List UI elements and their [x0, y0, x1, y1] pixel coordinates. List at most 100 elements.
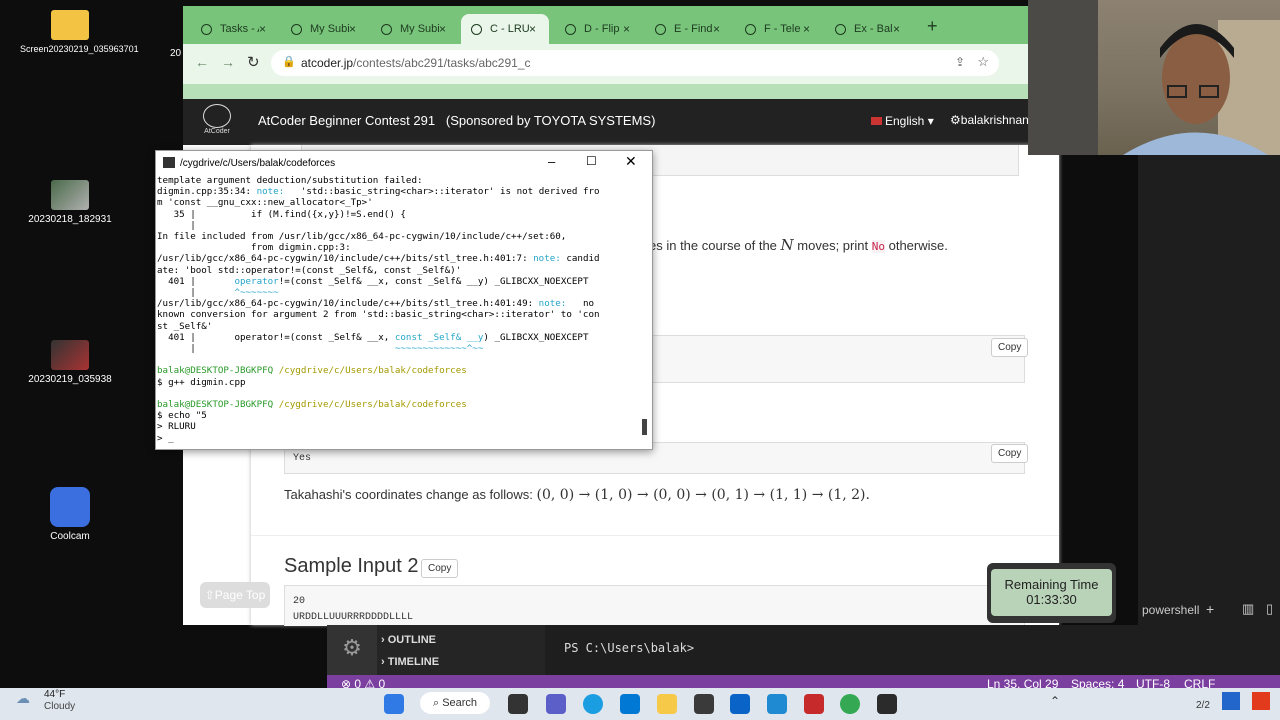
address-bar[interactable]: 🔒 atcoder.jp/contests/abc291/tasks/abc29…	[271, 50, 999, 76]
tab-my-submissions-2[interactable]: My Subi ×	[371, 14, 459, 44]
windows-taskbar: ☁ 44°F Cloudy ⌕ Search ⌃ 2/2	[0, 688, 1280, 720]
terminal-line: | ~~~~~~~~~~~~~^~~	[157, 343, 641, 354]
tab-c-lrud[interactable]: C - LRUD×	[461, 14, 549, 44]
terminal-line: 401 | operator!=(const _Self& __x, const…	[157, 332, 641, 343]
terminal-app-icon	[163, 157, 175, 168]
url-path: /contests/abc291/tasks/abc291_c	[353, 56, 531, 70]
terminal-text: ~~~~~~~~~~~~~^~~	[394, 343, 484, 355]
task-view-icon[interactable]	[508, 694, 528, 714]
outline-label: OUTLINE	[387, 634, 437, 646]
add-terminal-icon[interactable]: +	[1206, 601, 1214, 617]
bookmark-star-icon[interactable]: ☆	[977, 54, 989, 70]
close-icon[interactable]: ×	[349, 22, 363, 36]
clock-date[interactable]: 2/2	[1196, 700, 1210, 711]
app-icon[interactable]	[694, 694, 714, 714]
terminal-text: 401 |	[157, 275, 235, 287]
tab-d-flip[interactable]: D - Flip ×	[555, 14, 643, 44]
timeline-section[interactable]: › TIMELINE	[381, 656, 439, 668]
terminal-text: > RLURU	[157, 421, 196, 433]
stop-recording-icon[interactable]	[1252, 692, 1270, 710]
statement-text: es in the course of the N moves; print N…	[649, 236, 948, 254]
file-explorer-icon[interactable]	[657, 694, 677, 714]
sample-input-2-box: 20 URDDLLUUURRRDDDDLLLL	[284, 585, 1025, 626]
chevron-up-icon[interactable]: ⌃	[1050, 694, 1060, 708]
close-icon[interactable]: ×	[713, 22, 727, 36]
terminal-line: from digmin.cpp:3:	[157, 242, 641, 253]
close-icon[interactable]: ×	[623, 22, 637, 36]
edge-icon[interactable]	[583, 694, 603, 714]
desktop-icon-coolcam[interactable]: Coolcam	[20, 487, 120, 542]
tab-my-submissions-1[interactable]: My Subi ×	[281, 14, 369, 44]
close-icon[interactable]: ×	[439, 22, 453, 36]
desktop-icon-video-1[interactable]: 20230218_182931	[20, 180, 120, 225]
terminal-text: known conversion for argument 2 from 'st…	[157, 309, 600, 321]
terminal-line: > _	[157, 433, 641, 444]
copy-button[interactable]: Copy	[991, 444, 1029, 463]
tab-label: F - Tele	[764, 23, 801, 35]
terminal-line: 401 | operator!=(const _Self& __x, const…	[157, 276, 641, 287]
shield-app-icon[interactable]	[804, 694, 824, 714]
pause-recording-icon[interactable]	[1222, 692, 1240, 710]
tab-favicon-icon	[655, 23, 666, 35]
tab-f-tele[interactable]: F - Tele ×	[735, 14, 823, 44]
copy-button[interactable]: Copy	[991, 338, 1029, 357]
trash-icon[interactable]: ▯	[1266, 601, 1273, 617]
close-icon[interactable]: ×	[893, 22, 907, 36]
close-icon[interactable]: ✕	[625, 153, 637, 170]
maximize-icon[interactable]: ☐	[586, 154, 597, 168]
forward-icon[interactable]: →	[221, 54, 235, 70]
desktop-icon-screenshot-folder[interactable]: Screen20230219_035963701	[20, 10, 139, 54]
close-icon[interactable]: ×	[529, 22, 543, 36]
atcoder-logo[interactable]: AtCoder	[197, 104, 237, 140]
start-icon[interactable]	[384, 694, 404, 714]
terminal-line: /usr/lib/gcc/x86_64-pc-cygwin/10/include…	[157, 298, 641, 309]
share-icon[interactable]: ⇪	[955, 55, 965, 69]
store-icon[interactable]	[620, 694, 640, 714]
weather-desc[interactable]: Cloudy	[44, 701, 75, 712]
weather-temp[interactable]: 44°F	[44, 689, 65, 700]
desktop-icon-video-2[interactable]: 20230219_035938	[20, 340, 120, 385]
tab-favicon-icon	[381, 23, 392, 35]
new-tab-button[interactable]: +	[927, 16, 938, 37]
reload-icon[interactable]: ↻	[247, 53, 260, 71]
close-icon[interactable]: ×	[259, 22, 273, 36]
tab-ex-bal[interactable]: Ex - Bal ×	[825, 14, 913, 44]
contest-title[interactable]: AtCoder Beginner Contest 291 (Sponsored …	[258, 113, 655, 128]
terminal-scrollbar-thumb[interactable]	[642, 419, 647, 435]
chrome-icon[interactable]	[840, 694, 860, 714]
coolcam-icon	[50, 487, 90, 527]
minimize-icon[interactable]: –	[548, 154, 555, 169]
outline-section[interactable]: › OUTLINE	[381, 634, 436, 646]
terminal-line: balak@DESKTOP-JBGKPFQ /cygdrive/c/Users/…	[157, 365, 641, 376]
close-icon[interactable]: ×	[803, 22, 817, 36]
terminal-prompt[interactable]: PS C:\Users\balak>	[564, 641, 694, 655]
taskbar-search[interactable]: ⌕ Search	[420, 692, 490, 714]
terminal-profile-label[interactable]: powershell	[1142, 603, 1199, 617]
back-icon[interactable]: ←	[195, 54, 209, 70]
sample-output-1: Yes	[293, 453, 312, 464]
user-menu[interactable]: ⚙balakrishnan	[950, 113, 1029, 127]
terminal-text: operator	[234, 275, 279, 287]
page-top-label: Page Top	[214, 588, 266, 602]
language-label: English	[885, 114, 925, 128]
logo-text: AtCoder	[204, 128, 230, 135]
terminal-icon[interactable]	[877, 694, 897, 714]
gear-icon[interactable]: ⚙	[327, 635, 377, 661]
sample-input-1-box	[647, 335, 1025, 383]
tab-e-find[interactable]: E - Find ×	[645, 14, 733, 44]
terminal-text: note:	[538, 298, 567, 310]
page-top-button[interactable]: ⇧ Page Top	[200, 582, 270, 608]
terminal-output[interactable]: template argument deduction/substitution…	[156, 175, 641, 447]
mail-icon[interactable]	[730, 694, 750, 714]
vscode-icon[interactable]	[767, 694, 787, 714]
split-terminal-icon[interactable]: ▥	[1242, 601, 1254, 617]
language-dropdown[interactable]: English ▾	[871, 114, 934, 128]
terminal-line: $ g++ digmin.cpp	[157, 377, 641, 388]
terminal-text: note:	[256, 186, 285, 198]
terminal-text: ) _GLIBCXX_NOEXCEPT	[483, 331, 589, 343]
copy-button[interactable]: Copy	[421, 559, 459, 578]
scrollbar[interactable]	[1128, 292, 1138, 422]
tab-tasks[interactable]: Tasks - A×	[191, 14, 279, 44]
teams-icon[interactable]	[546, 694, 566, 714]
